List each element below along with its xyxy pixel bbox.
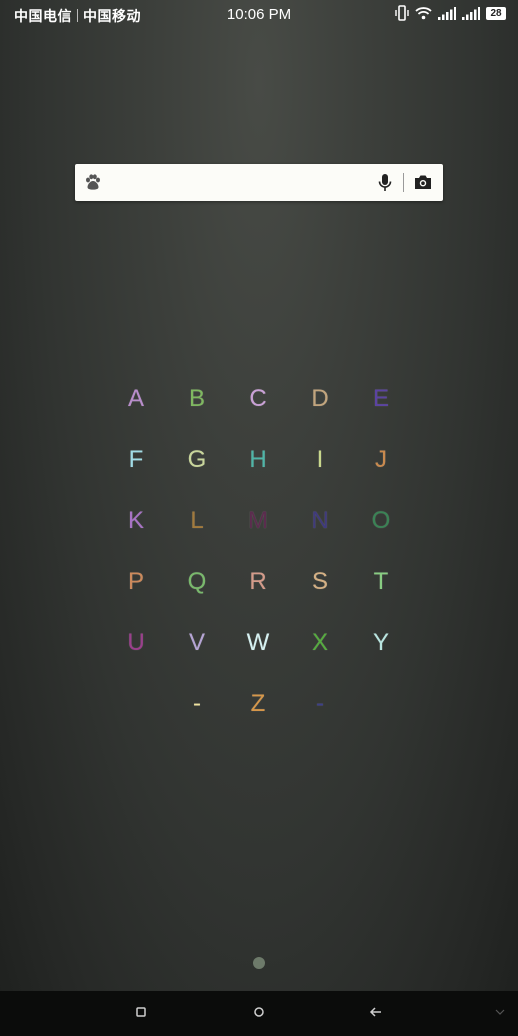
- chevron-down-icon[interactable]: [494, 1005, 506, 1019]
- page-indicator-dot[interactable]: [253, 957, 265, 969]
- letter-icon-q[interactable]: Q: [177, 568, 217, 596]
- microphone-icon[interactable]: [377, 173, 393, 192]
- battery-icon: 28: [486, 6, 506, 20]
- letter-icon-k[interactable]: K: [116, 507, 156, 535]
- letter-icon-o[interactable]: O: [361, 507, 401, 535]
- letter-icon-n[interactable]: N: [300, 507, 340, 535]
- letter-icon-f[interactable]: F: [116, 446, 156, 474]
- status-bar: 中国电信 中国移动 10:06 PM 28: [0, 0, 518, 30]
- signal-icon: [462, 6, 480, 20]
- letter-icon-p[interactable]: P: [116, 568, 156, 596]
- home-icon[interactable]: [252, 1005, 266, 1019]
- vibrate-icon: [395, 5, 409, 21]
- letter-icon-t[interactable]: T: [361, 568, 401, 596]
- letter-icon-s[interactable]: S: [300, 568, 340, 596]
- camera-icon[interactable]: [414, 174, 432, 190]
- letter-icon-d[interactable]: D: [300, 385, 340, 413]
- letter-icon-y[interactable]: Y: [361, 629, 401, 657]
- letter-icon-dash-25[interactable]: -: [177, 690, 217, 718]
- letter-icon-x[interactable]: X: [300, 629, 340, 657]
- letter-icon-dash-27[interactable]: -: [300, 690, 340, 718]
- letter-icon-g[interactable]: G: [177, 446, 217, 474]
- signal-icon: [438, 6, 456, 20]
- letter-icon-l[interactable]: L: [177, 507, 217, 535]
- recents-icon[interactable]: [134, 1005, 148, 1019]
- search-widget[interactable]: [75, 164, 443, 201]
- letter-icon-a[interactable]: A: [116, 385, 156, 413]
- letter-icon-v[interactable]: V: [177, 629, 217, 657]
- letter-icon-z[interactable]: Z: [238, 690, 278, 718]
- status-icons: 28: [395, 5, 506, 21]
- letter-icon-e[interactable]: E: [361, 385, 401, 413]
- letter-icon-u[interactable]: U: [116, 629, 156, 657]
- search-divider: [403, 173, 404, 192]
- navigation-bar: [0, 991, 518, 1036]
- letter-icon-h[interactable]: H: [238, 446, 278, 474]
- wifi-icon: [415, 7, 432, 20]
- letter-icon-m[interactable]: M: [238, 507, 278, 535]
- baidu-paw-icon[interactable]: [84, 173, 102, 191]
- letter-icon-i[interactable]: I: [300, 446, 340, 474]
- back-icon[interactable]: [368, 1005, 384, 1019]
- letter-icon-b[interactable]: B: [177, 385, 217, 413]
- letter-icon-j[interactable]: J: [361, 446, 401, 474]
- letter-icon-w[interactable]: W: [238, 629, 278, 657]
- letter-icon-r[interactable]: R: [238, 568, 278, 596]
- letter-icon-c[interactable]: C: [238, 385, 278, 413]
